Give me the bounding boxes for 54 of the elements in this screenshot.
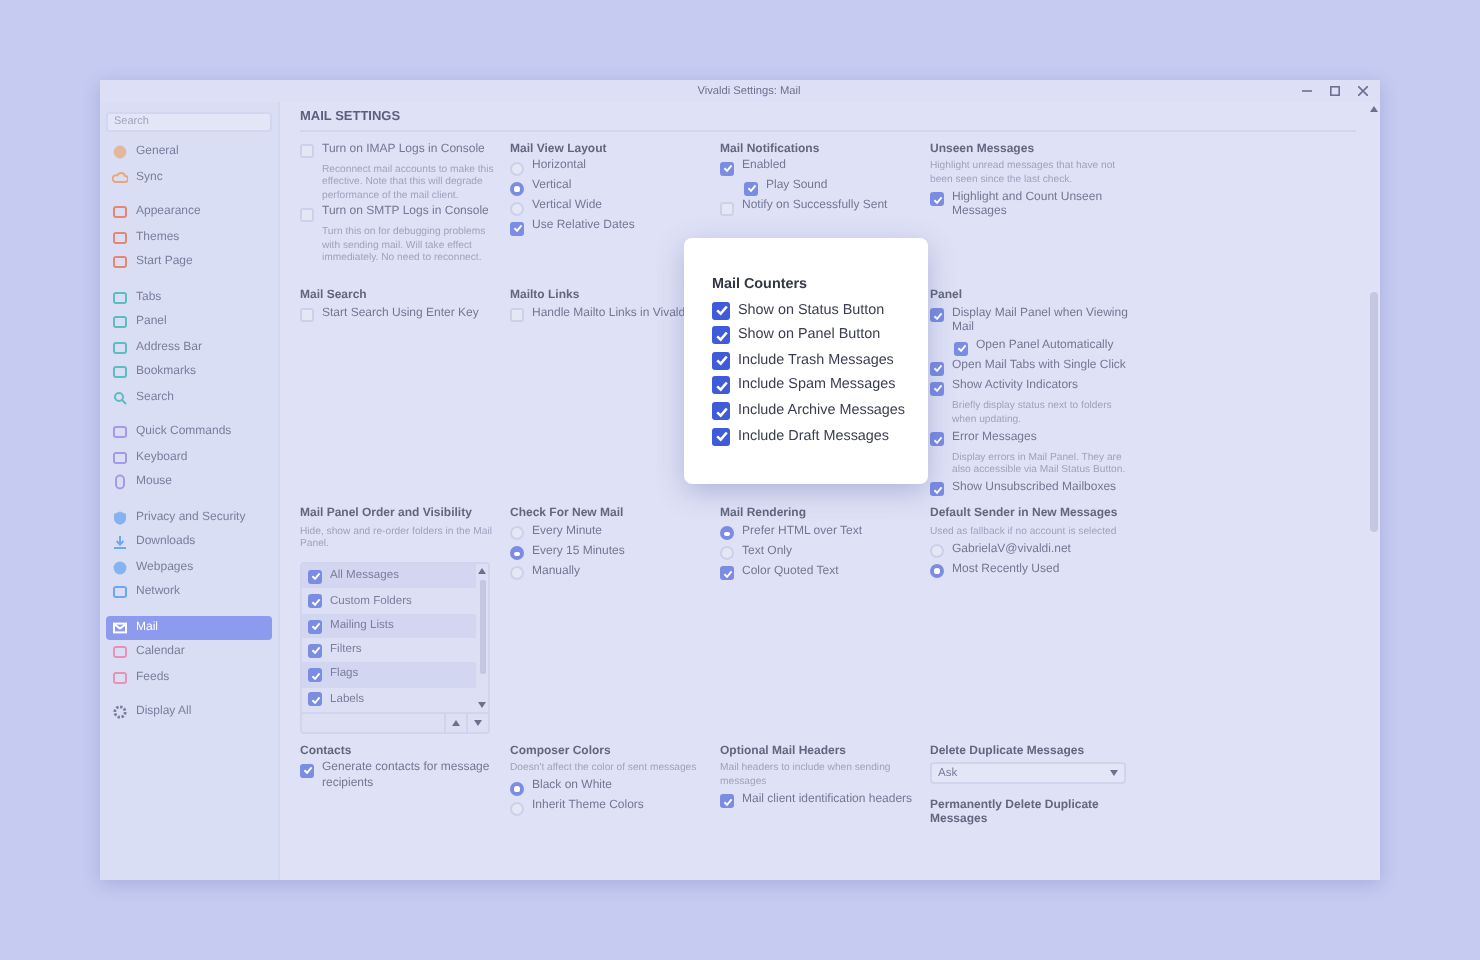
radio-button[interactable] — [510, 781, 524, 796]
scroll-up-icon — [478, 568, 486, 575]
caret-icon — [1110, 770, 1118, 777]
radio-button[interactable] — [720, 546, 734, 561]
scroll-up-icon — [1370, 106, 1378, 112]
radio-button[interactable] — [510, 566, 524, 581]
mouse-icon — [112, 474, 128, 491]
checkbox[interactable] — [954, 341, 968, 356]
radio-button[interactable] — [930, 544, 944, 559]
move-up-button[interactable] — [444, 713, 466, 732]
settings-icon — [112, 704, 128, 721]
radio-button[interactable] — [510, 546, 524, 561]
checkbox[interactable] — [720, 201, 734, 216]
triangle-down-icon — [474, 719, 482, 726]
checkbox[interactable] — [300, 308, 314, 323]
checkbox[interactable] — [308, 643, 322, 658]
radio-button[interactable] — [510, 181, 524, 196]
checkbox[interactable] — [712, 376, 730, 395]
radio-button[interactable] — [510, 201, 524, 216]
checkbox[interactable] — [720, 161, 734, 176]
scroll-down-icon — [478, 701, 486, 708]
download-icon — [112, 534, 128, 551]
checkbox[interactable] — [300, 144, 314, 159]
close-icon[interactable] — [1358, 86, 1368, 96]
shield-icon — [112, 509, 128, 526]
checkbox[interactable] — [744, 181, 758, 196]
circle-icon — [112, 144, 128, 161]
triangle-up-icon — [452, 719, 460, 726]
radio-button[interactable] — [510, 526, 524, 541]
checkbox[interactable] — [300, 763, 314, 778]
checkbox[interactable] — [300, 207, 314, 222]
checkbox[interactable] — [510, 308, 524, 323]
checkbox[interactable] — [930, 482, 944, 497]
checkbox[interactable] — [720, 566, 734, 581]
checkbox[interactable] — [308, 692, 322, 707]
radio-button[interactable] — [930, 564, 944, 579]
move-down-button[interactable] — [466, 713, 488, 732]
search-icon — [112, 389, 128, 406]
checkbox[interactable] — [712, 427, 730, 446]
radio-button[interactable] — [720, 526, 734, 541]
minimize-icon[interactable] — [1302, 86, 1312, 96]
maximize-icon[interactable] — [1330, 86, 1340, 96]
checkbox[interactable] — [712, 351, 730, 370]
checkbox[interactable] — [930, 361, 944, 376]
cloud-icon — [112, 169, 128, 186]
radio-button[interactable] — [510, 161, 524, 176]
checkbox[interactable] — [712, 326, 730, 345]
radio-button[interactable] — [510, 801, 524, 816]
checkbox[interactable] — [712, 301, 730, 320]
checkbox[interactable] — [308, 569, 322, 584]
checkbox[interactable] — [712, 402, 730, 421]
checkbox[interactable] — [930, 381, 944, 396]
checkbox[interactable] — [510, 221, 524, 236]
envelope-icon — [112, 619, 128, 636]
